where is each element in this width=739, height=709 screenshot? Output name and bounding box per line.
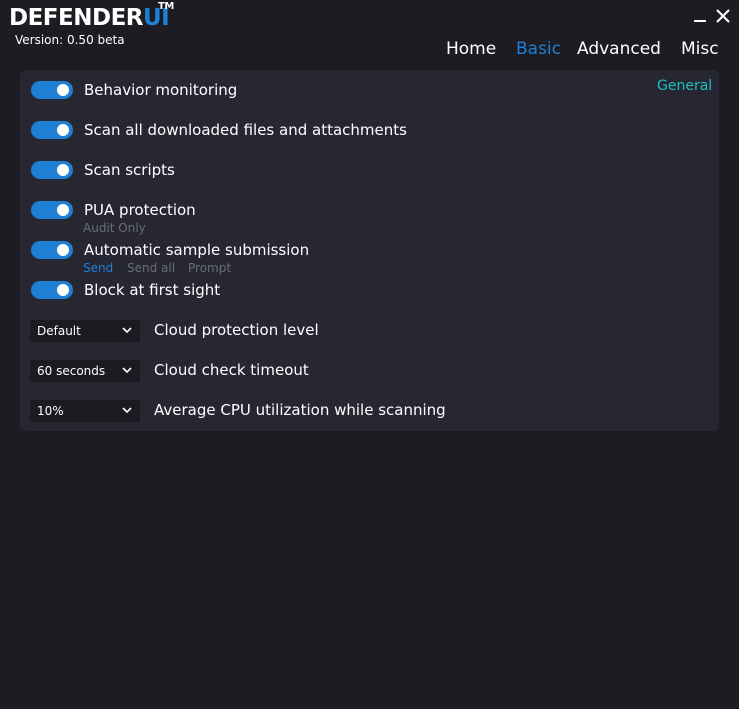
close-button[interactable] <box>713 6 733 26</box>
label-sample-submission: Automatic sample submission <box>84 241 310 259</box>
tab-misc[interactable]: Misc <box>681 38 719 60</box>
toggle-knob <box>57 204 69 216</box>
close-icon <box>716 9 730 23</box>
toggle-block-first-sight[interactable] <box>31 281 73 299</box>
label-scan-scripts: Scan scripts <box>84 161 175 179</box>
minimize-icon <box>694 20 706 22</box>
chevron-down-icon <box>122 407 132 413</box>
toggle-knob <box>57 284 69 296</box>
select-value: 60 seconds <box>37 364 106 378</box>
toggle-knob <box>57 124 69 136</box>
label-cpu-utilization: Average CPU utilization while scanning <box>154 401 446 419</box>
cpu-utilization-select[interactable]: 10% <box>30 400 140 422</box>
tab-home[interactable]: Home <box>446 38 496 60</box>
main-nav: Home Basic Advanced Misc <box>0 38 739 62</box>
toggle-scan-scripts[interactable] <box>31 161 73 179</box>
label-cloud-protection-level: Cloud protection level <box>154 321 319 339</box>
toggle-knob <box>57 244 69 256</box>
logo-trademark: TM <box>158 1 174 12</box>
submission-option-send-all[interactable]: Send all <box>127 261 175 275</box>
logo-main: DEFENDER <box>9 5 144 31</box>
app-logo: DEFENDERUI TM <box>9 1 174 33</box>
toggle-scan-downloads[interactable] <box>31 121 73 139</box>
chevron-down-icon <box>122 367 132 373</box>
label-cloud-check-timeout: Cloud check timeout <box>154 361 309 379</box>
toggle-pua-protection[interactable] <box>31 201 73 219</box>
label-scan-downloads: Scan all downloaded files and attachment… <box>84 121 407 139</box>
label-block-first-sight: Block at first sight <box>84 281 221 299</box>
submission-option-prompt[interactable]: Prompt <box>188 261 231 275</box>
cloud-check-timeout-select[interactable]: 60 seconds <box>30 360 140 382</box>
select-value: Default <box>37 324 81 338</box>
minimize-button[interactable] <box>690 6 710 26</box>
label-behavior-monitoring: Behavior monitoring <box>84 81 238 99</box>
submission-option-send[interactable]: Send <box>83 261 113 275</box>
chevron-down-icon <box>122 327 132 333</box>
select-value: 10% <box>37 404 64 418</box>
cloud-protection-level-select[interactable]: Default <box>30 320 140 342</box>
toggle-knob <box>57 84 69 96</box>
toggle-behavior-monitoring[interactable] <box>31 81 73 99</box>
toggle-sample-submission[interactable] <box>31 241 73 259</box>
toggle-knob <box>57 164 69 176</box>
pua-mode-text[interactable]: Audit Only <box>83 221 146 235</box>
tab-basic[interactable]: Basic <box>516 38 561 60</box>
label-pua-protection: PUA protection <box>84 201 196 219</box>
tab-advanced[interactable]: Advanced <box>577 38 661 60</box>
section-label-general: General <box>657 78 713 94</box>
